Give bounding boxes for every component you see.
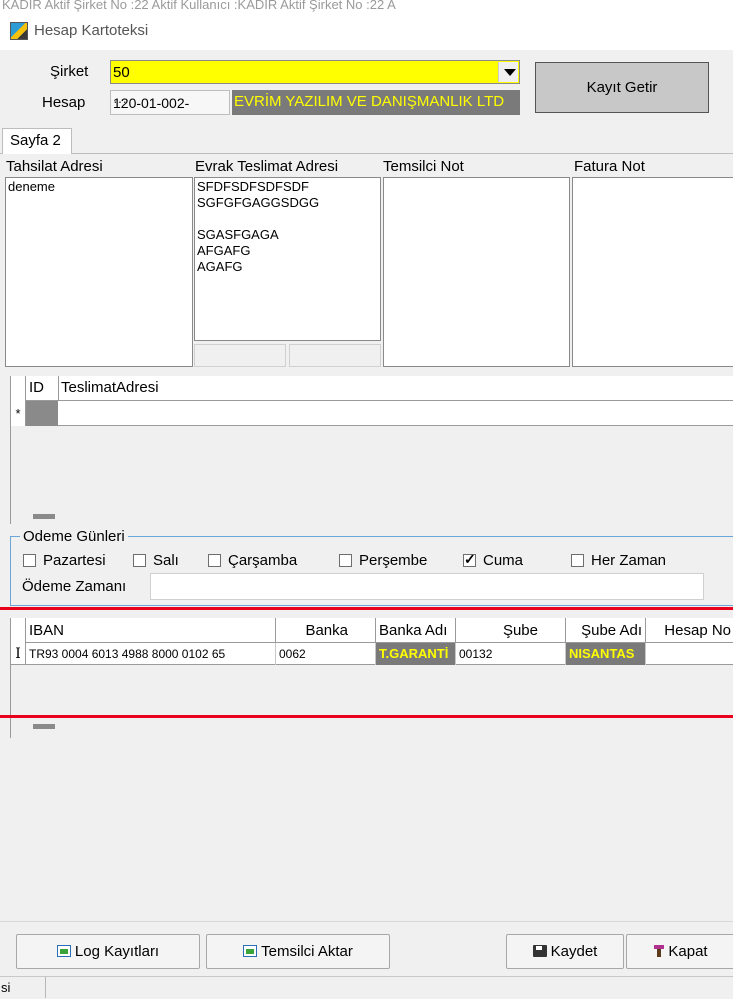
tahsilat-label: Tahsilat Adresi xyxy=(6,158,103,175)
row-indicator-header xyxy=(11,618,26,643)
tab-strip xyxy=(0,126,733,154)
kayit-getir-button[interactable]: Kayıt Getir xyxy=(535,62,709,113)
annotation-line-bottom xyxy=(0,715,733,718)
sirket-value: 50 xyxy=(113,64,130,81)
col-iban[interactable]: IBAN xyxy=(26,618,276,643)
fatura-label: Fatura Not xyxy=(574,158,645,175)
horizontal-scrollbar[interactable] xyxy=(33,514,55,519)
grid-header: ID TeslimatAdresi xyxy=(11,376,733,401)
grid-header: IBAN Banka Banka Adı Şube Şube Adı Hesap… xyxy=(11,618,733,643)
new-row-marker: * xyxy=(11,401,26,426)
evrak-memo[interactable]: SFDFSDFSDFSDF SGFGFGAGGSDGG SGASFGAGA AF… xyxy=(194,177,381,341)
cell-banka-adi[interactable]: T.GARANTİ xyxy=(376,643,456,665)
col-sube-adi[interactable]: Şube Adı xyxy=(566,618,646,643)
hesap-label: Hesap xyxy=(42,94,86,111)
transfer-icon xyxy=(243,945,258,957)
save-icon xyxy=(532,945,547,957)
status-strip: KADİR Aktif Şirket No :22 Aktif Kullanıc… xyxy=(0,0,733,12)
col-banka[interactable]: Banka xyxy=(276,618,376,643)
sirket-label: Şirket xyxy=(50,63,89,80)
app-icon xyxy=(10,22,28,40)
cell-hesap-no[interactable] xyxy=(646,643,733,665)
odeme-zamani-label: Ödeme Zamanı xyxy=(22,578,127,595)
sirket-combo[interactable]: 50 xyxy=(110,60,520,84)
horizontal-scrollbar[interactable] xyxy=(33,724,55,729)
hesap-name-field: EVRİM YAZILIM VE DANIŞMANLIK LTD xyxy=(232,90,520,115)
tahsilat-memo[interactable]: deneme xyxy=(5,177,193,367)
evrak-aux-field-1[interactable] xyxy=(194,344,286,367)
col-banka-adi[interactable]: Banka Adı xyxy=(376,618,456,643)
table-row[interactable]: I TR93 0004 6013 4988 8000 0102 65 0062 … xyxy=(11,643,733,665)
window-title: Hesap Kartoteksi xyxy=(34,22,149,39)
lookup-ellipsis-button[interactable]: ··· xyxy=(113,93,225,109)
new-row[interactable]: * xyxy=(11,401,733,426)
odeme-zamani-input[interactable] xyxy=(150,573,704,600)
cell-sube-adi[interactable]: NISANTAS xyxy=(566,643,646,665)
cell-iban[interactable]: TR93 0004 6013 4988 8000 0102 65 xyxy=(26,643,276,665)
iban-grid: IBAN Banka Banka Adı Şube Şube Adı Hesap… xyxy=(10,618,733,738)
status-cell: si xyxy=(0,977,46,998)
checkbox-box[interactable] xyxy=(208,554,221,567)
col-sube[interactable]: Şube xyxy=(456,618,566,643)
row-indicator-header xyxy=(11,376,26,401)
checkbox-box-checked[interactable] xyxy=(463,551,476,568)
temsilci-memo[interactable] xyxy=(383,177,570,367)
kapat-button[interactable]: Kapat xyxy=(626,934,733,969)
status-bar: si xyxy=(0,976,733,998)
row-edit-cursor: I xyxy=(11,643,26,665)
hesap-name-value: EVRİM YAZILIM VE DANIŞMANLIK LTD xyxy=(234,93,505,110)
cell-banka[interactable]: 0062 xyxy=(276,643,376,665)
temsilci-label: Temsilci Not xyxy=(383,158,464,175)
title-bar: Hesap Kartoteksi xyxy=(0,12,733,50)
checkbox-box[interactable] xyxy=(133,554,146,567)
evrak-label: Evrak Teslimat Adresi xyxy=(195,158,339,175)
log-kayitlari-button[interactable]: Log Kayıtları xyxy=(16,934,200,969)
chevron-down-icon[interactable] xyxy=(498,62,518,82)
col-teslimat-adresi[interactable]: TeslimatAdresi xyxy=(61,379,159,396)
col-hesap-no[interactable]: Hesap No xyxy=(646,618,733,643)
odeme-gunleri-label: Odeme Günleri xyxy=(20,528,128,545)
checkbox-box[interactable] xyxy=(339,554,352,567)
kaydet-button[interactable]: Kaydet xyxy=(506,934,624,969)
cell-sube[interactable]: 00132 xyxy=(456,643,566,665)
hesap-code-field[interactable]: 120-01-002- ··· xyxy=(110,90,230,115)
evrak-aux-field-2[interactable] xyxy=(289,344,381,367)
checkbox-box[interactable] xyxy=(571,554,584,567)
id-cell[interactable] xyxy=(26,401,58,426)
temsilci-aktar-button[interactable]: Temsilci Aktar xyxy=(206,934,390,969)
annotation-line-top xyxy=(0,607,733,610)
teslimat-grid: ID TeslimatAdresi * xyxy=(10,376,733,524)
tab-sayfa-2[interactable]: Sayfa 2 xyxy=(2,128,72,154)
fatura-memo[interactable] xyxy=(572,177,733,367)
log-icon xyxy=(56,945,71,957)
checkbox-box[interactable] xyxy=(23,554,36,567)
exit-door-icon xyxy=(654,945,665,957)
col-id[interactable]: ID xyxy=(29,379,44,396)
